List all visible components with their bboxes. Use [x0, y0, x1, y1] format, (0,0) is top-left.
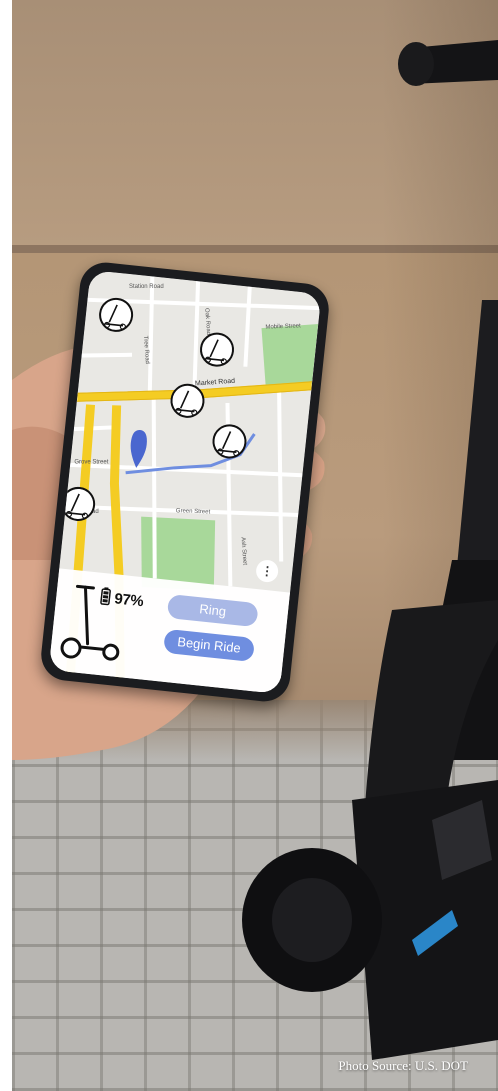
- street-label-grove-street: Grove Street: [74, 459, 108, 465]
- ring-button[interactable]: Ring: [166, 593, 259, 628]
- phone-screen: Market Road Mobile Street Station Road O…: [48, 269, 322, 695]
- battery-percentage: 97%: [113, 590, 145, 611]
- street-label-mobile-street: Mobile Street: [265, 323, 301, 330]
- battery-icon: [100, 587, 111, 606]
- street-label-green-street: Green Street: [176, 508, 211, 515]
- photo-credit: Photo Source: U.S. DOT: [338, 1058, 468, 1073]
- begin-ride-button[interactable]: Begin Ride: [163, 628, 256, 663]
- street-label-station-road: Station Road: [129, 284, 164, 290]
- smartphone: Market Road Mobile Street Station Road O…: [38, 260, 332, 704]
- scooter-icon: [60, 584, 120, 661]
- photo-scene: Market Road Mobile Street Station Road O…: [12, 0, 498, 1091]
